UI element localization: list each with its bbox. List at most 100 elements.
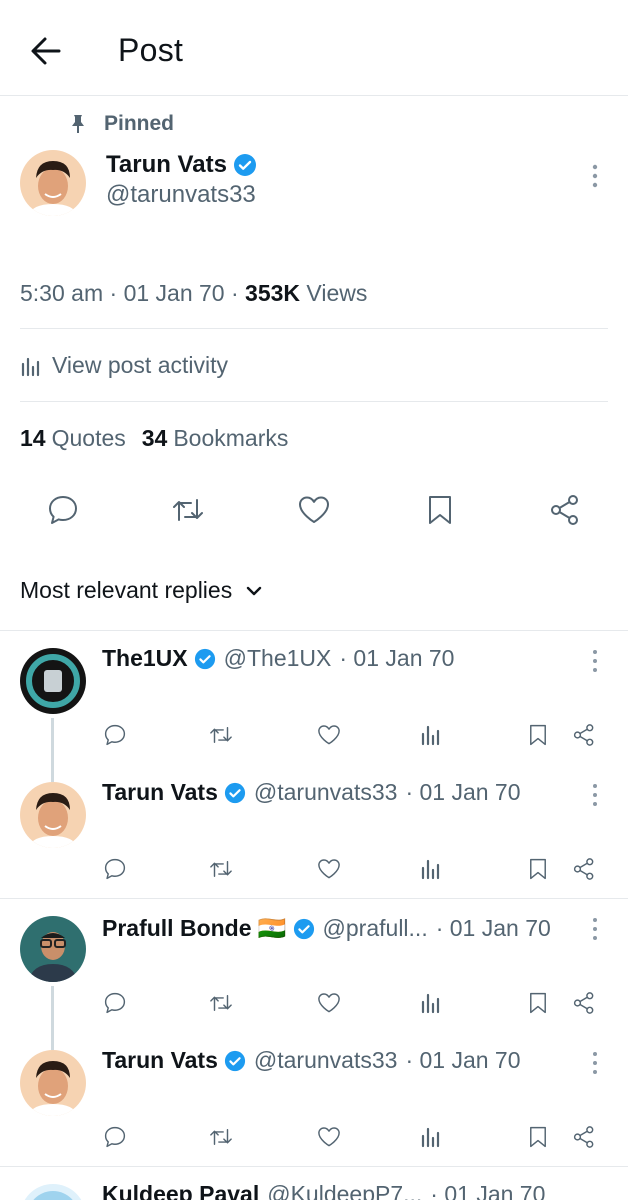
post-date: 01 Jan 70 [123,280,225,306]
avatar[interactable] [20,648,86,714]
repost-icon[interactable] [208,856,234,882]
avatar[interactable] [20,1184,86,1200]
avatar[interactable] [20,1050,86,1116]
reply-date: · 01 Jan 70 [435,915,551,941]
reply-icon[interactable] [45,492,81,528]
reply-header[interactable]: The1UX @The1UX · 01 Jan 70 [102,645,454,672]
reply-date: · 01 Jan 70 [405,1047,521,1073]
views-label: Views [306,280,368,306]
reply-author-name[interactable]: The1UX [102,645,188,672]
quotes-link[interactable]: 14 Quotes [20,425,126,451]
reply-author-handle[interactable]: @The1UX [224,645,332,672]
reply-header[interactable]: Kuldeep Paval @KuldeepP7... · 01 Jan 70 [102,1181,545,1200]
analytics-icon[interactable] [418,990,444,1016]
verified-badge-icon [224,782,246,804]
reply-author-handle[interactable]: @tarunvats33 [254,779,398,806]
pinned-label: Pinned [104,112,175,135]
views-count: 353K [245,280,301,306]
reply-header[interactable]: Tarun Vats @tarunvats33 · 01 Jan 70 [102,1047,521,1074]
post-action-bar [0,492,628,536]
more-options-icon[interactable] [589,648,601,674]
reply-date: · 01 Jan 70 [339,645,455,671]
page-title: Post [118,32,184,68]
reply-action-bar [102,990,622,1020]
repost-icon[interactable] [208,722,234,748]
pin-icon [66,112,90,136]
more-options-icon[interactable] [589,782,601,808]
share-icon[interactable] [571,856,597,882]
reply-action-bar [102,722,622,752]
bookmark-icon[interactable] [525,856,551,882]
view-post-activity-link[interactable]: View post activity [20,352,228,379]
bookmark-icon[interactable] [525,990,551,1016]
like-icon[interactable] [316,1124,342,1150]
analytics-icon[interactable] [418,1124,444,1150]
verified-badge-icon [293,918,315,940]
bookmarks-link[interactable]: 34 Bookmarks [142,425,289,451]
chevron-down-icon [244,581,264,601]
reply-date: · 01 Jan 70 [430,1181,546,1200]
post-stats: 14 Quotes 34 Bookmarks [20,425,288,452]
reply-icon[interactable] [102,1124,128,1150]
verified-badge-icon [224,1050,246,1072]
more-options-icon[interactable] [589,163,601,189]
repost-icon[interactable] [208,1124,234,1150]
share-icon[interactable] [571,722,597,748]
reply-author-handle[interactable]: @prafull... [323,915,428,942]
thread-line [51,986,54,1050]
pinned-indicator: Pinned [66,110,174,138]
replies-sort-dropdown[interactable]: Most relevant replies [20,577,264,604]
reply-author-name[interactable]: Tarun Vats [102,1047,218,1074]
reply-action-bar [102,856,622,886]
like-icon[interactable] [316,990,342,1016]
divider [0,1166,628,1167]
reply-icon[interactable] [102,722,128,748]
reply-author-name[interactable]: Kuldeep Paval [102,1181,259,1200]
more-options-icon[interactable] [589,1050,601,1076]
avatar[interactable] [20,150,86,216]
divider [0,898,628,899]
analytics-icon[interactable] [418,722,444,748]
like-icon[interactable] [316,722,342,748]
author-name-row[interactable]: Tarun Vats [106,151,257,179]
post-time: 5:30 am [20,280,104,306]
divider [20,328,608,329]
analytics-icon [20,355,42,377]
reply-action-bar [102,1124,622,1154]
divider [0,630,628,631]
share-icon[interactable] [571,1124,597,1150]
share-icon[interactable] [571,990,597,1016]
like-icon[interactable] [316,856,342,882]
author-handle[interactable]: @tarunvats33 [106,181,256,209]
reply-author-handle[interactable]: @tarunvats33 [254,1047,398,1074]
view-post-activity-label[interactable]: View post activity [52,352,228,379]
verified-badge-icon [194,648,216,670]
avatar[interactable] [20,782,86,848]
reply-header[interactable]: Prafull Bonde 🇮🇳 @prafull... · 01 Jan 70 [102,915,551,942]
reply-author-handle[interactable]: @KuldeepP7... [267,1181,422,1200]
reply-author-name[interactable]: Prafull Bonde 🇮🇳 [102,915,287,942]
top-bar [0,0,628,96]
author-name[interactable]: Tarun Vats [106,151,227,179]
reply-icon[interactable] [102,990,128,1016]
analytics-icon[interactable] [418,856,444,882]
bookmark-icon[interactable] [525,1124,551,1150]
repost-icon[interactable] [170,492,206,528]
replies-sort-label[interactable]: Most relevant replies [20,577,232,604]
reply-date: · 01 Jan 70 [405,779,521,805]
more-options-icon[interactable] [589,916,601,942]
reply-header[interactable]: Tarun Vats @tarunvats33 · 01 Jan 70 [102,779,521,806]
like-icon[interactable] [296,492,332,528]
verified-badge-icon [233,153,257,177]
divider [20,401,608,402]
bookmark-icon[interactable] [422,492,458,528]
reply-author-name[interactable]: Tarun Vats [102,779,218,806]
reply-icon[interactable] [102,856,128,882]
bookmark-icon[interactable] [525,722,551,748]
share-icon[interactable] [547,492,583,528]
post-meta: 5:30 am · 01 Jan 70 · 353K Views [20,280,368,306]
repost-icon[interactable] [208,990,234,1016]
arrow-left-icon[interactable] [26,31,66,71]
avatar[interactable] [20,916,86,982]
thread-line [51,718,54,782]
